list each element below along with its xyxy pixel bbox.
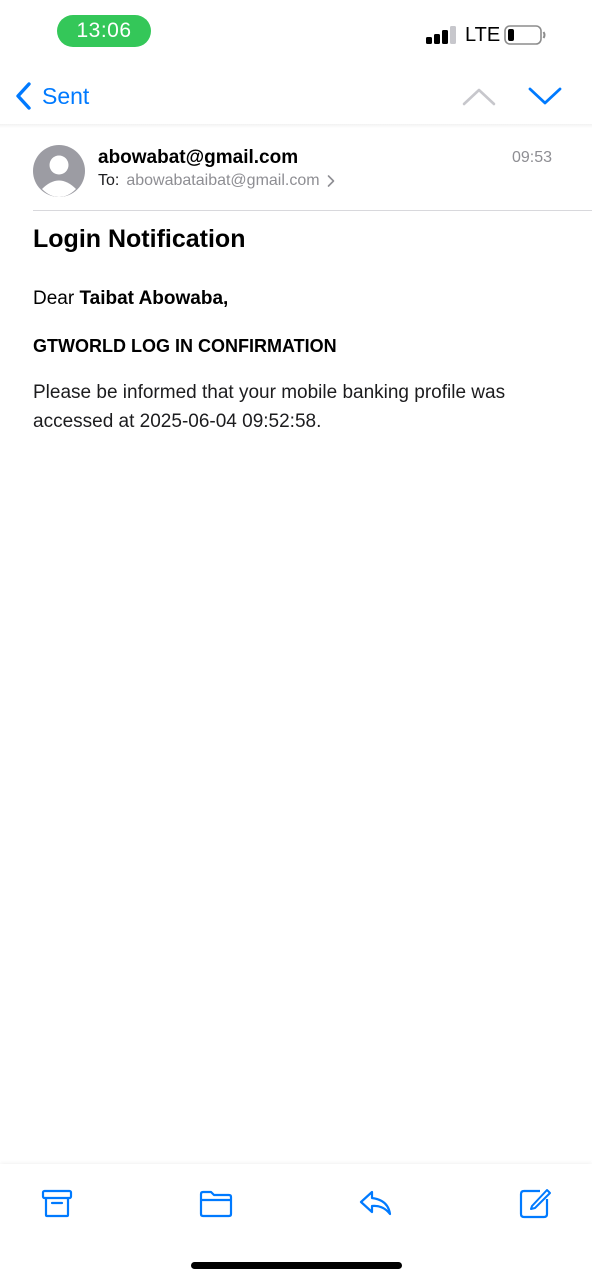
greeting-name: Taibat Abowaba, <box>79 288 229 309</box>
avatar[interactable] <box>33 145 85 197</box>
folder-icon[interactable] <box>199 1186 233 1220</box>
navigation-bar: Sent <box>0 70 592 122</box>
header-divider <box>33 210 592 211</box>
home-indicator[interactable] <box>191 1262 402 1269</box>
nav-divider <box>0 124 592 128</box>
battery-icon <box>504 25 546 45</box>
person-icon <box>42 155 76 197</box>
email-paragraph: Please be informed that your mobile bank… <box>33 382 506 432</box>
email-subject: Login Notification <box>33 225 246 253</box>
archive-icon[interactable] <box>40 1186 74 1220</box>
chevron-right-icon <box>327 175 334 187</box>
greeting-prefix: Dear <box>33 288 80 309</box>
bottom-toolbar <box>0 1164 592 1280</box>
chevron-down-icon[interactable] <box>526 80 564 112</box>
email-heading: GTWORLD LOG IN CONFIRMATION <box>33 336 337 356</box>
received-time: 09:53 <box>512 149 553 166</box>
status-time[interactable]: 13:06 <box>57 15 151 47</box>
chevron-up-icon[interactable] <box>460 80 498 112</box>
back-label: Sent <box>42 82 90 109</box>
mail-message-screen: 13:06 LTE Sent abowabat@gmail.com To: ab… <box>0 0 592 1280</box>
status-bar: 13:06 LTE <box>0 0 592 62</box>
signal-icon <box>426 26 458 44</box>
email-body: Login Notification Dear Taibat Abowaba, … <box>33 222 563 436</box>
back-button[interactable]: Sent <box>14 78 89 114</box>
network-type: LTE <box>465 24 501 46</box>
sender-address[interactable]: abowabat@gmail.com <box>98 146 298 170</box>
recipient-address: abowabataibat@gmail.com <box>126 172 320 189</box>
recipient-line[interactable]: To: abowabataibat@gmail.com <box>98 171 335 191</box>
email-header: abowabat@gmail.com To: abowabataibat@gma… <box>0 130 592 210</box>
to-prefix: To: <box>98 172 120 189</box>
greeting: Dear Taibat Abowaba, <box>33 286 563 312</box>
reply-icon[interactable] <box>358 1186 392 1220</box>
compose-icon[interactable] <box>518 1186 552 1220</box>
chevron-left-icon <box>16 82 31 110</box>
